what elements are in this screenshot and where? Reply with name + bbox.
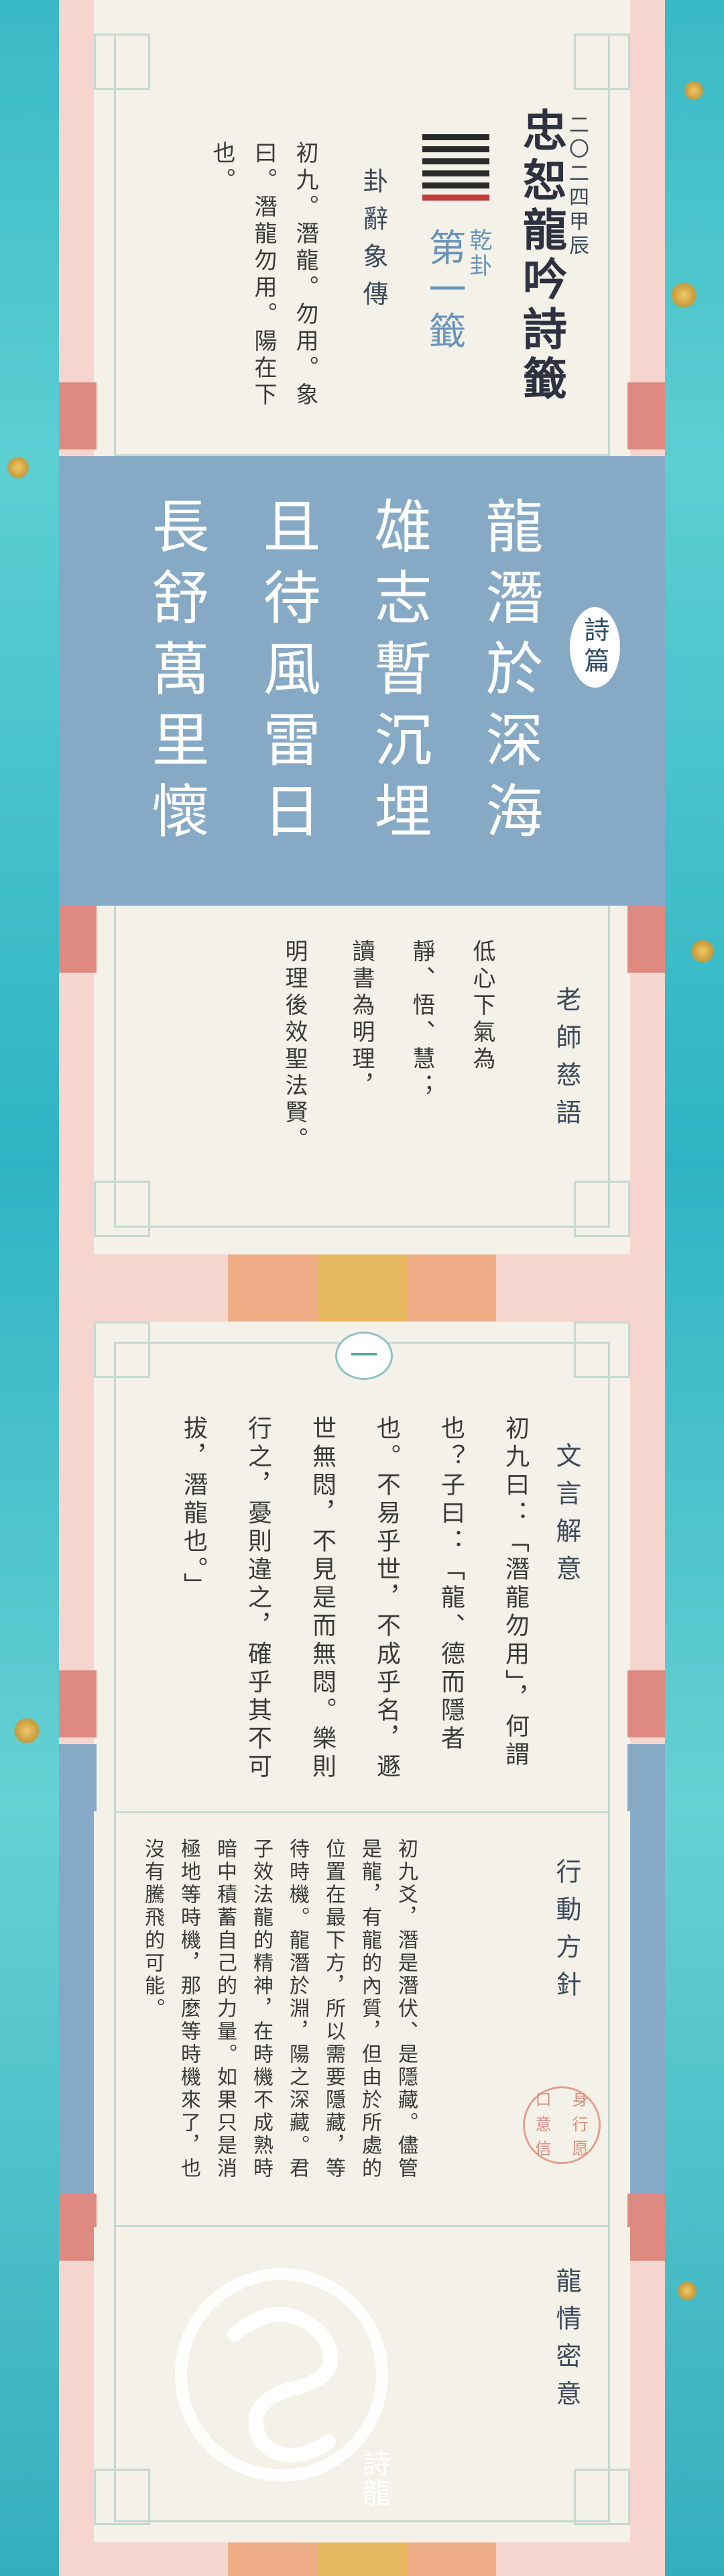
gold-fleck bbox=[690, 939, 715, 963]
poem-line: 長舒萬里懷 bbox=[141, 496, 208, 852]
frame-corner bbox=[574, 1322, 630, 1378]
frame-corner bbox=[574, 34, 630, 90]
side-strip bbox=[627, 1744, 665, 2200]
hexagram-icon bbox=[422, 134, 489, 201]
frame-corner bbox=[574, 1181, 630, 1237]
frame-corner bbox=[94, 1322, 150, 1378]
section-label: 卦辭象傳 bbox=[359, 168, 388, 318]
accent-block bbox=[59, 2194, 97, 2261]
teacher-line: 靜、悟、慧； bbox=[408, 939, 435, 1100]
poem-line: 且待風雷日 bbox=[253, 496, 320, 852]
love-label: 龍情密意 bbox=[552, 2267, 581, 2418]
frame-corner bbox=[94, 34, 150, 90]
watermark-text: 詩龍 bbox=[358, 2449, 391, 2508]
action-text: 初九爻，潛是潛伏、是隱藏。儘管是龍，有龍的內質，但由於所處的位置在最下方，所以需… bbox=[141, 1838, 418, 2180]
teacher-line: 讀書為明理， bbox=[348, 939, 375, 1100]
color-strip bbox=[228, 1254, 496, 1322]
wenyan-text: 初九曰：「潛龍勿用」，何謂也？子曰：「龍、德而隱者也。不易乎世，不成乎名，遯世無… bbox=[180, 1415, 529, 1782]
header-text: 初九。潛龍。勿用。象曰。潛龍勿用。陽在下也。 bbox=[208, 141, 318, 409]
action-label: 行動方針 bbox=[552, 1858, 581, 2008]
page-title: 忠恕龍吟詩籤 bbox=[516, 107, 568, 405]
accent-block bbox=[59, 1670, 97, 1737]
accent-block bbox=[627, 382, 665, 449]
gold-fleck bbox=[13, 1717, 40, 1744]
teacher-label: 老師慈語 bbox=[552, 986, 581, 1136]
wenyan-label: 文言解意 bbox=[552, 1442, 581, 1593]
frame-corner bbox=[94, 2469, 150, 2525]
accent-block bbox=[59, 906, 97, 973]
lot-number: 第一籤 bbox=[422, 228, 466, 353]
gold-fleck bbox=[677, 2281, 697, 2301]
poem-line: 龍潛於深海 bbox=[475, 496, 542, 852]
accent-block bbox=[627, 906, 665, 973]
accent-block bbox=[59, 382, 97, 449]
teacher-line: 低心下氣為 bbox=[469, 939, 495, 1073]
section-number-badge: 一 bbox=[335, 1332, 393, 1380]
gold-fleck bbox=[670, 282, 697, 309]
seal-icon: 口 身 意 行 信 愿 bbox=[523, 2086, 601, 2164]
accent-block bbox=[627, 2194, 665, 2261]
side-strip bbox=[59, 1744, 97, 2200]
frame-corner bbox=[574, 2469, 630, 2525]
poem-label: 詩篇 bbox=[570, 607, 620, 688]
gold-fleck bbox=[7, 456, 29, 479]
bottom-color-strip bbox=[228, 2542, 496, 2576]
frame-corner bbox=[94, 1181, 150, 1237]
poem-line: 雄志暫沉埋 bbox=[364, 496, 431, 852]
teacher-line: 明理後效聖法賢。 bbox=[281, 939, 308, 1154]
accent-block bbox=[627, 1670, 665, 1737]
gold-fleck bbox=[684, 80, 704, 101]
